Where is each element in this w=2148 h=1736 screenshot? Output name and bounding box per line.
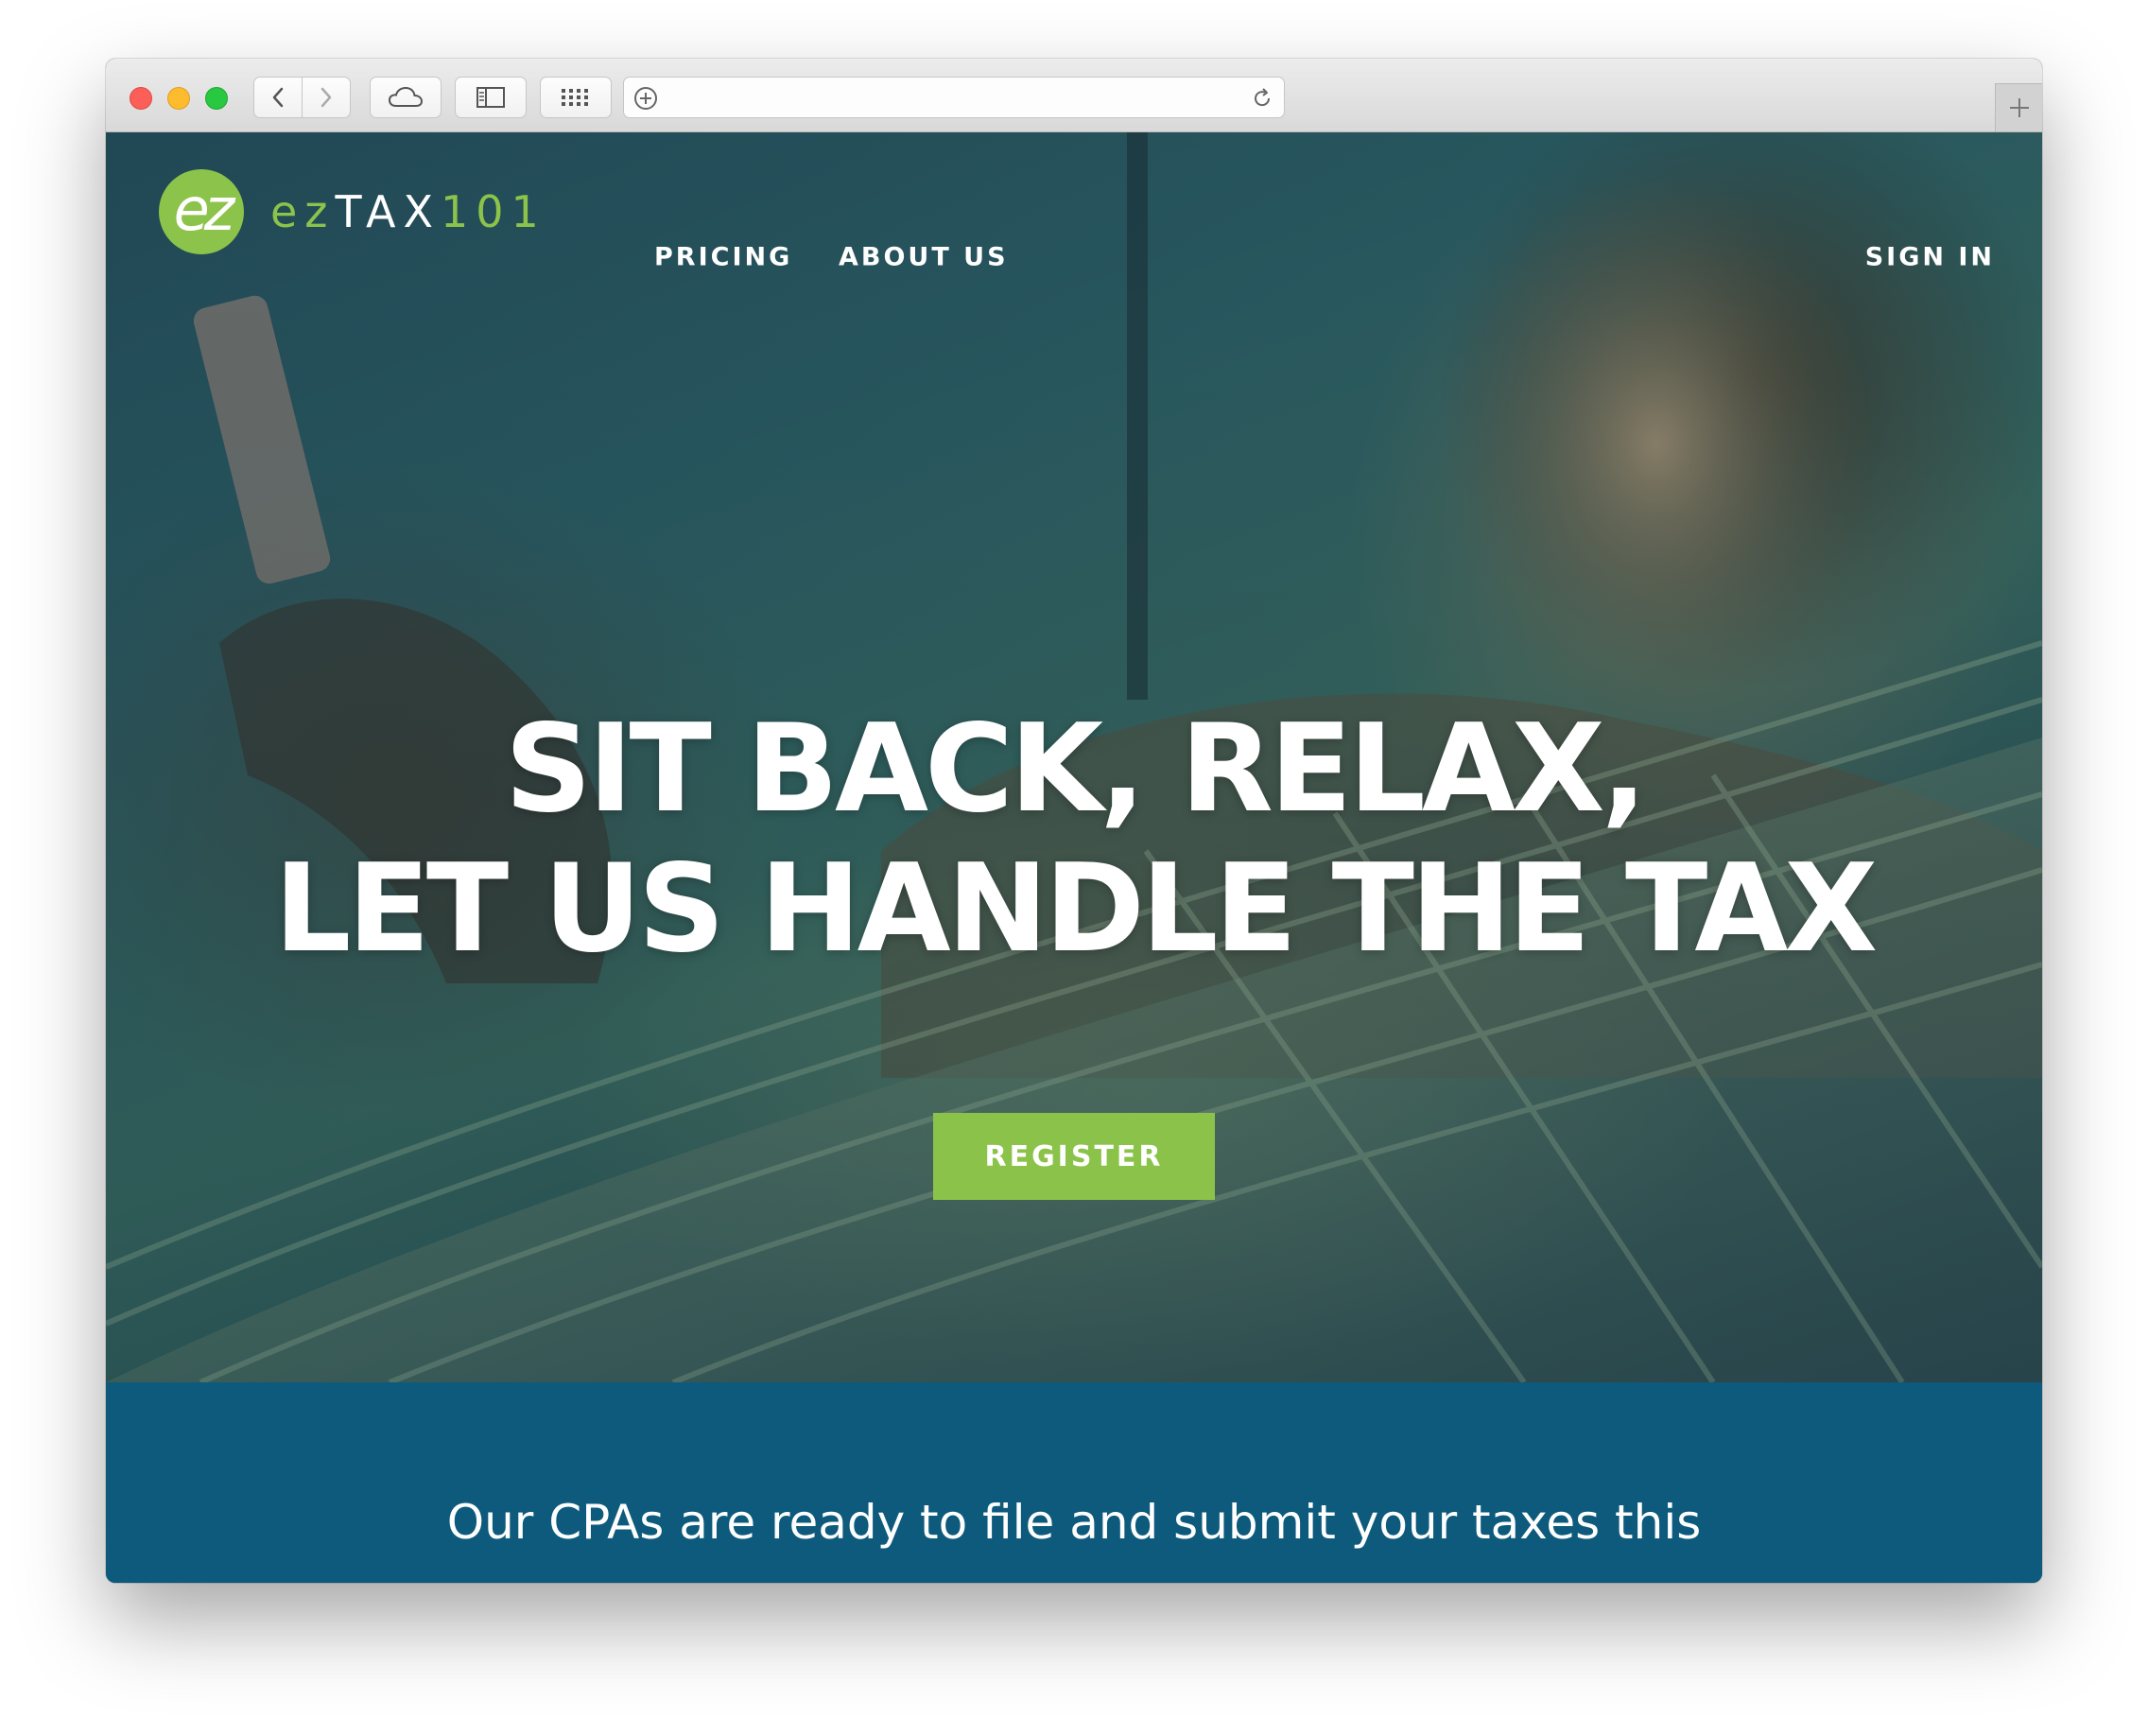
cpa-intro-section: Our CPAs are ready to file and submit yo… bbox=[106, 1382, 2042, 1583]
plus-icon bbox=[2010, 98, 2029, 117]
logo-wordmark: ezTAX101 bbox=[270, 186, 546, 237]
hero-section: ez ezTAX101 PRICING ABOUT US SIGN IN SIT… bbox=[106, 132, 2042, 1382]
back-button[interactable] bbox=[253, 77, 303, 118]
sidebar-button[interactable] bbox=[455, 77, 527, 118]
forward-button[interactable] bbox=[302, 77, 351, 118]
sign-in-link[interactable]: SIGN IN bbox=[1865, 243, 1995, 272]
chevron-right-icon bbox=[320, 87, 332, 108]
maximize-window-button[interactable] bbox=[205, 87, 228, 110]
cloud-icon bbox=[388, 86, 424, 107]
nav-pricing-link[interactable]: PRICING bbox=[654, 243, 792, 272]
logo-ez-text: ez bbox=[270, 186, 336, 237]
plus-circle-icon[interactable] bbox=[633, 86, 658, 111]
grid-icon bbox=[562, 89, 588, 106]
chevron-left-icon bbox=[272, 87, 284, 108]
icloud-tabs-button[interactable] bbox=[370, 77, 442, 118]
site-logo[interactable]: ez ezTAX101 bbox=[159, 168, 546, 255]
sidebar-icon bbox=[476, 87, 505, 108]
close-window-button[interactable] bbox=[130, 87, 152, 110]
browser-window: ez ezTAX101 PRICING ABOUT US SIGN IN SIT… bbox=[106, 59, 2042, 1583]
new-tab-button[interactable] bbox=[1995, 83, 2042, 131]
logo-number-text: 101 bbox=[440, 186, 546, 237]
nav-about-link[interactable]: ABOUT US bbox=[839, 243, 1009, 272]
hero-headline: SIT BACK, RELAX, LET US HANDLE THE TAX bbox=[106, 700, 2042, 980]
cpa-intro-text: Our CPAs are ready to file and submit yo… bbox=[446, 1495, 1702, 1550]
address-bar[interactable] bbox=[623, 77, 1285, 118]
headline-line-2: LET US HANDLE THE TAX bbox=[273, 839, 1878, 980]
logo-tax-text: TAX bbox=[335, 186, 441, 237]
browser-toolbar bbox=[106, 59, 2042, 132]
headline-line-1: SIT BACK, RELAX, bbox=[504, 699, 1648, 840]
register-button[interactable]: REGISTER bbox=[933, 1113, 1215, 1200]
logo-mark: ez bbox=[159, 169, 244, 254]
reload-icon[interactable] bbox=[1250, 86, 1274, 111]
logo-mark-text: ez bbox=[173, 175, 235, 244]
minimize-window-button[interactable] bbox=[167, 87, 190, 110]
tabs-overview-button[interactable] bbox=[540, 77, 612, 118]
